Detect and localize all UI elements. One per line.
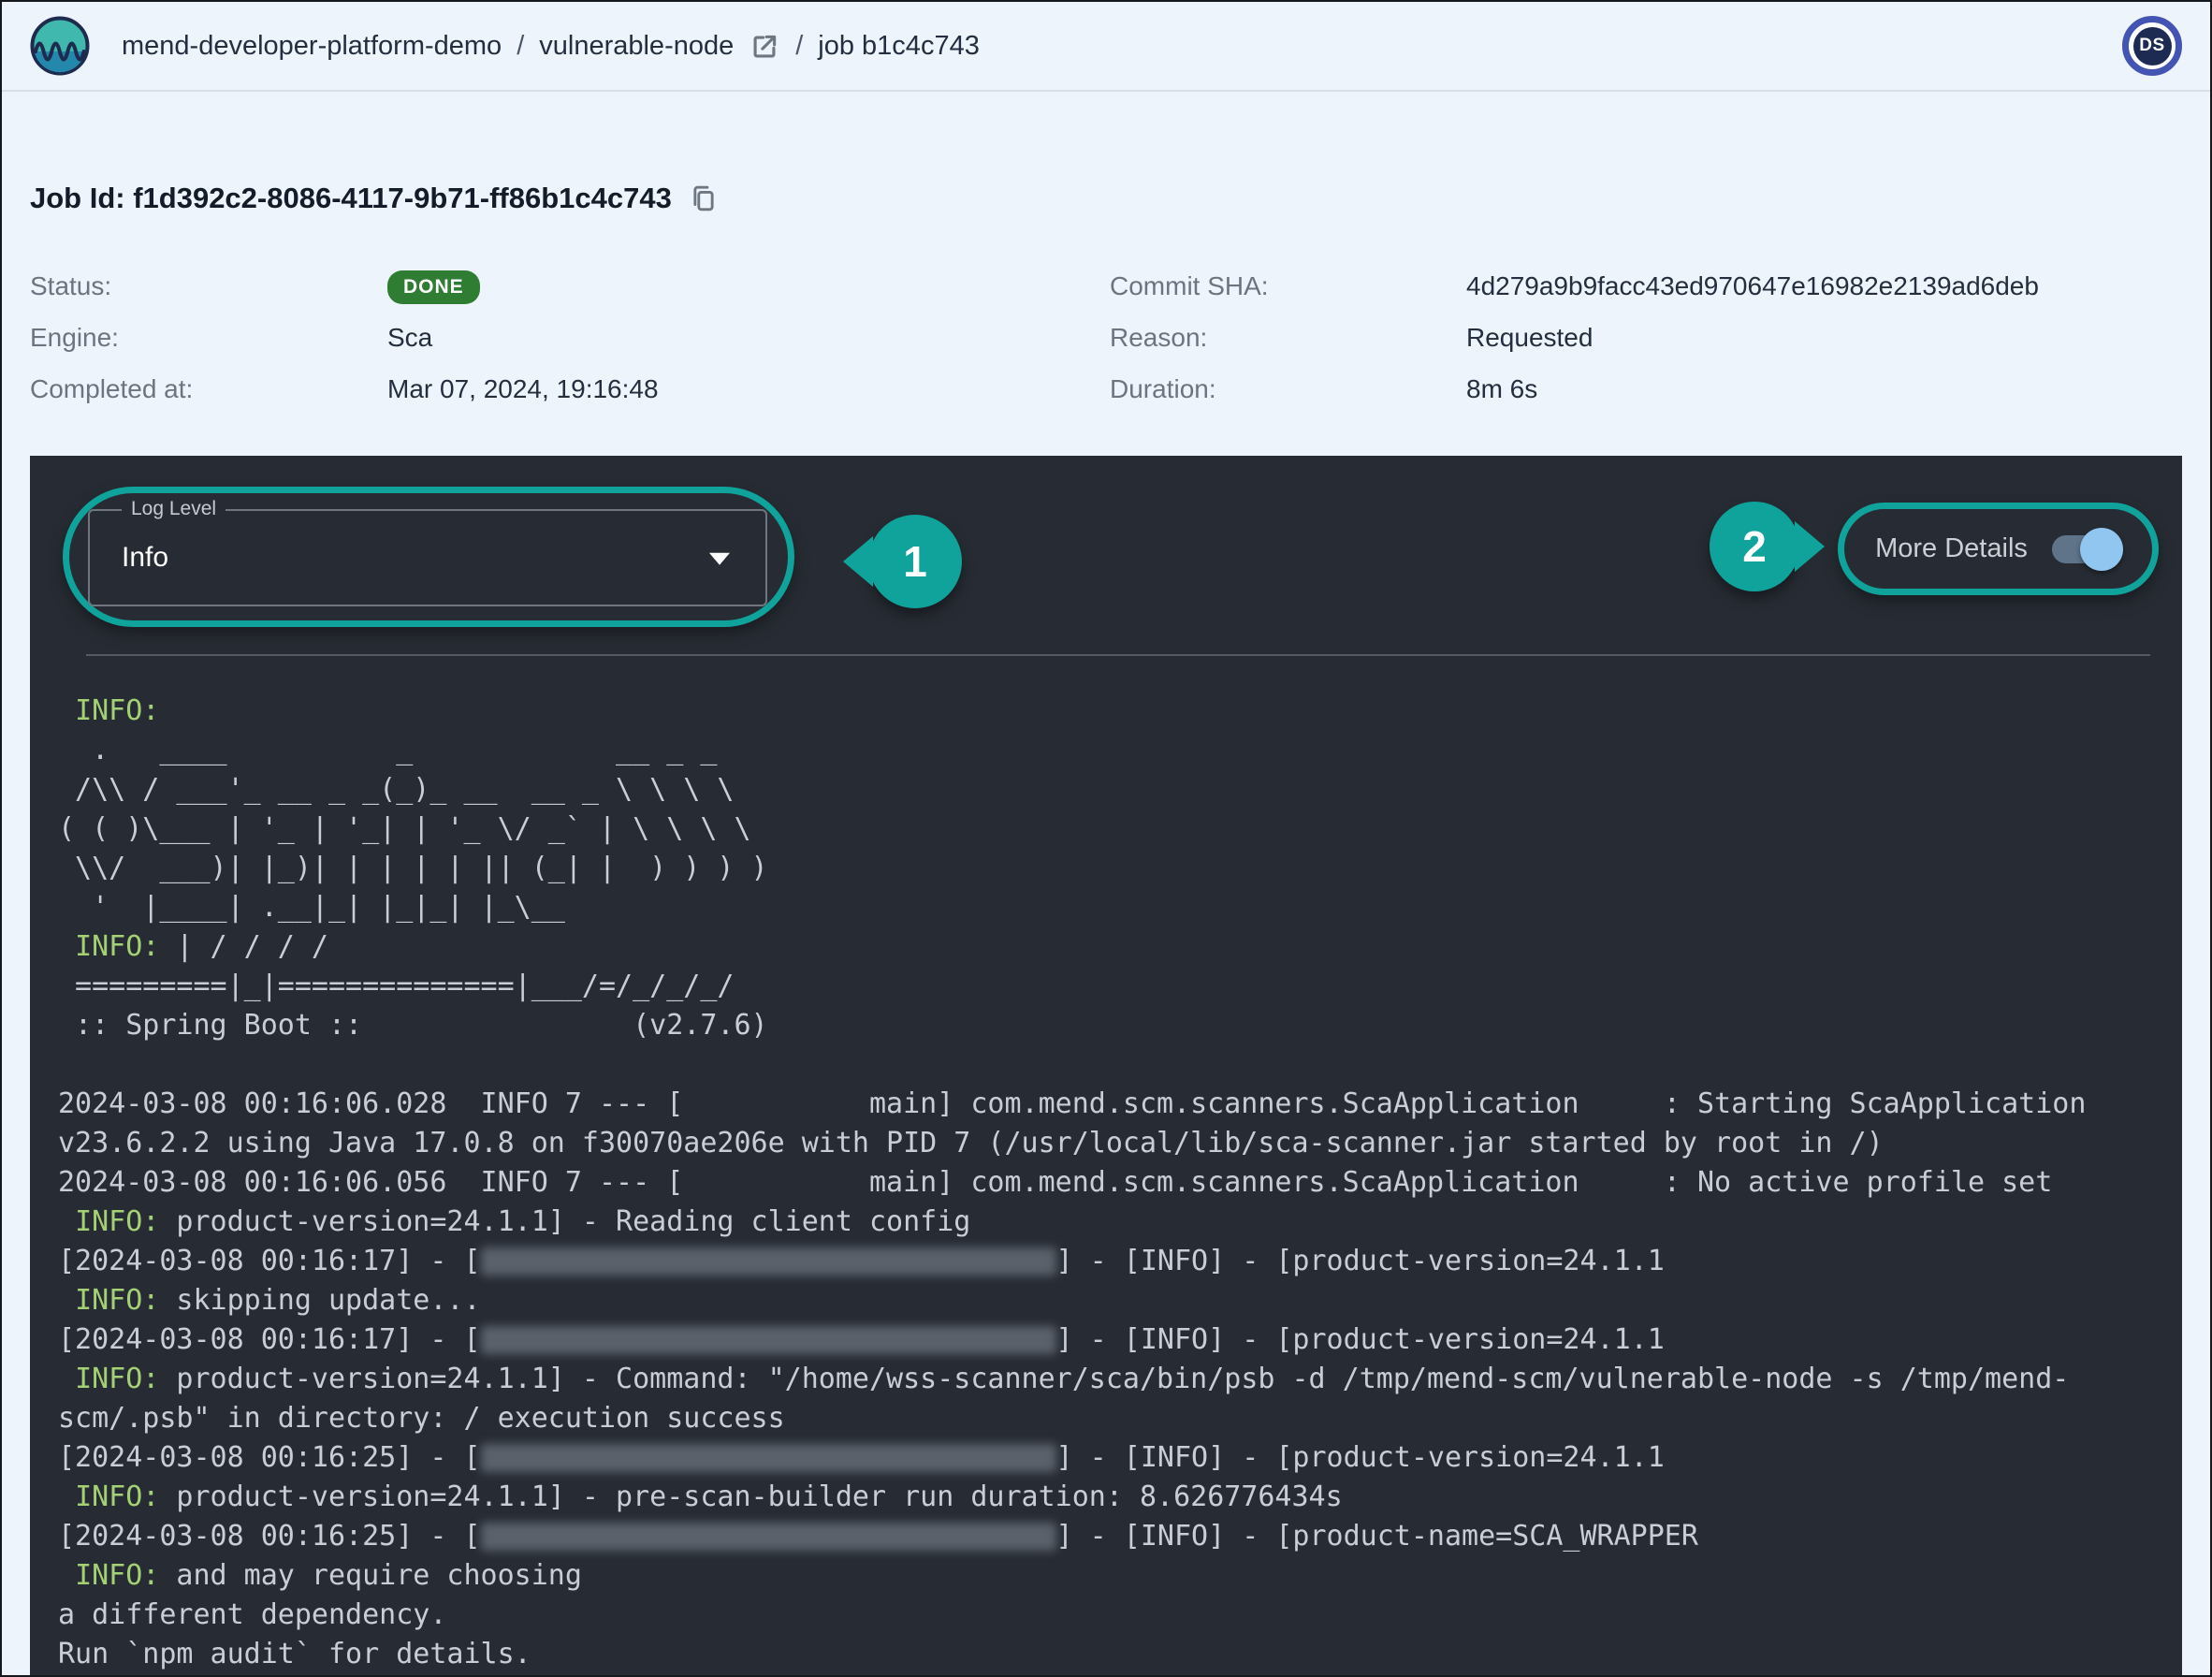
- more-details-highlight-ring: More Details: [1838, 503, 2159, 595]
- status-value: DONE: [387, 266, 1110, 307]
- log-line: 2024-03-08 00:16:06.028 INFO 7 --- [ mai…: [58, 1085, 2163, 1124]
- log-line: Run `npm audit` for details.: [58, 1635, 2163, 1674]
- external-link-icon[interactable]: [749, 31, 780, 63]
- log-line: :: Spring Boot :: (v2.7.6): [58, 1006, 2163, 1045]
- avatar-initials: DS: [2133, 27, 2172, 66]
- redacted-text: [481, 1444, 1056, 1472]
- callout-1-number: 1: [903, 536, 927, 587]
- reason-label: Reason:: [1110, 317, 1466, 358]
- log-line: INFO: | / / / /: [58, 927, 2163, 967]
- app-window: mend-developer-platform-demo / vulnerabl…: [0, 0, 2212, 1677]
- completed-at-value: Mar 07, 2024, 19:16:48: [387, 369, 1110, 410]
- log-line: /\\ / ___'_ __ _ _(_)_ __ __ _ \ \ \ \: [58, 770, 2163, 809]
- status-badge: DONE: [387, 270, 480, 304]
- mend-logo-icon[interactable]: [30, 16, 90, 76]
- log-line: \\/ ___)| |_)| | | | | || (_| | ) ) ) ): [58, 849, 2163, 888]
- commit-sha-label: Commit SHA:: [1110, 266, 1466, 307]
- breadcrumb-job: job b1c4c743: [818, 31, 980, 62]
- log-line: ( ( )\___ | '_ | '_| | '_ \/ _` | \ \ \ …: [58, 809, 2163, 849]
- panel-divider: [86, 654, 2150, 656]
- log-level-value: Info: [122, 542, 168, 574]
- log-level-label: Log Level: [122, 498, 226, 520]
- redacted-text: [481, 1523, 1056, 1551]
- log-line: ' |____| .__|_| |_|_| |_\__: [58, 888, 2163, 927]
- log-line: INFO: product-version=24.1.1] - pre-scan…: [58, 1478, 2163, 1517]
- engine-value: Sca: [387, 317, 1110, 358]
- breadcrumb-repo[interactable]: vulnerable-node: [539, 31, 734, 62]
- toggle-thumb: [2080, 528, 2123, 571]
- annotation-callout-2: 2: [1710, 502, 1799, 591]
- breadcrumb-separator: /: [517, 31, 524, 62]
- duration-value: 8m 6s: [1466, 369, 2182, 410]
- log-line: INFO: product-version=24.1.1] - Command:…: [58, 1360, 2163, 1399]
- commit-sha-value: 4d279a9b9facc43ed970647e16982e2139ad6deb: [1466, 266, 2182, 307]
- log-line: [2024-03-08 00:16:17] - [] - [INFO] - [p…: [58, 1242, 2163, 1281]
- job-id-heading: Job Id: f1d392c2-8086-4117-9b71-ff86b1c4…: [30, 178, 672, 219]
- log-line: . ____ _ __ _ _: [58, 731, 2163, 770]
- log-panel: Log Level Info 1 2 More Details INFO: . …: [30, 456, 2182, 1675]
- engine-label: Engine:: [30, 317, 387, 358]
- log-output: INFO: . ____ _ __ _ _ /\\ / ___'_ __ _ _…: [58, 692, 2163, 1675]
- log-line: INFO: product-version=24.1.1] - Reading …: [58, 1203, 2163, 1242]
- redacted-text: [481, 1247, 1056, 1276]
- log-line: INFO: skipping update...: [58, 1281, 2163, 1320]
- chevron-down-icon: [709, 553, 730, 565]
- more-details-label: More Details: [1875, 533, 2028, 564]
- user-avatar[interactable]: DS: [2122, 16, 2182, 76]
- callout-2-number: 2: [1742, 521, 1767, 572]
- reason-value: Requested: [1466, 317, 2182, 358]
- log-line: 2024-03-08 00:16:06.056 INFO 7 --- [ mai…: [58, 1163, 2163, 1203]
- status-label: Status:: [30, 266, 387, 307]
- duration-label: Duration:: [1110, 369, 1466, 410]
- log-line: =========|_|==============|___/=/_/_/_/: [58, 967, 2163, 1006]
- completed-at-label: Completed at:: [30, 369, 387, 410]
- more-details-toggle[interactable]: [2052, 535, 2116, 563]
- log-level-select[interactable]: Log Level Info: [88, 509, 767, 606]
- log-line: INFO:: [58, 692, 2163, 731]
- log-line: [2024-03-08 00:16:17] - [] - [INFO] - [p…: [58, 1320, 2163, 1360]
- top-nav-bar: mend-developer-platform-demo / vulnerabl…: [2, 2, 2210, 92]
- log-line: scm/.psb" in directory: / execution succ…: [58, 1399, 2163, 1438]
- log-line: [2024-03-08 00:16:25] - [] - [INFO] - [p…: [58, 1517, 2163, 1556]
- log-line: [2024-03-08 00:16:25] - [] - [INFO] - [p…: [58, 1438, 2163, 1478]
- log-line: a different dependency.: [58, 1596, 2163, 1635]
- log-line: [58, 1045, 2163, 1085]
- breadcrumb-project[interactable]: mend-developer-platform-demo: [122, 31, 502, 62]
- redacted-text: [481, 1326, 1056, 1354]
- job-id-row: Job Id: f1d392c2-8086-4117-9b71-ff86b1c4…: [30, 178, 719, 219]
- log-line: INFO: and may require choosing: [58, 1556, 2163, 1596]
- breadcrumb: mend-developer-platform-demo / vulnerabl…: [122, 29, 980, 63]
- copy-icon[interactable]: [689, 182, 719, 214]
- job-details-grid: Status: DONE Commit SHA: 4d279a9b9facc43…: [30, 266, 2182, 410]
- annotation-callout-1: 1: [868, 515, 962, 608]
- breadcrumb-separator: /: [795, 31, 803, 62]
- log-line: v23.6.2.2 using Java 17.0.8 on f30070ae2…: [58, 1124, 2163, 1163]
